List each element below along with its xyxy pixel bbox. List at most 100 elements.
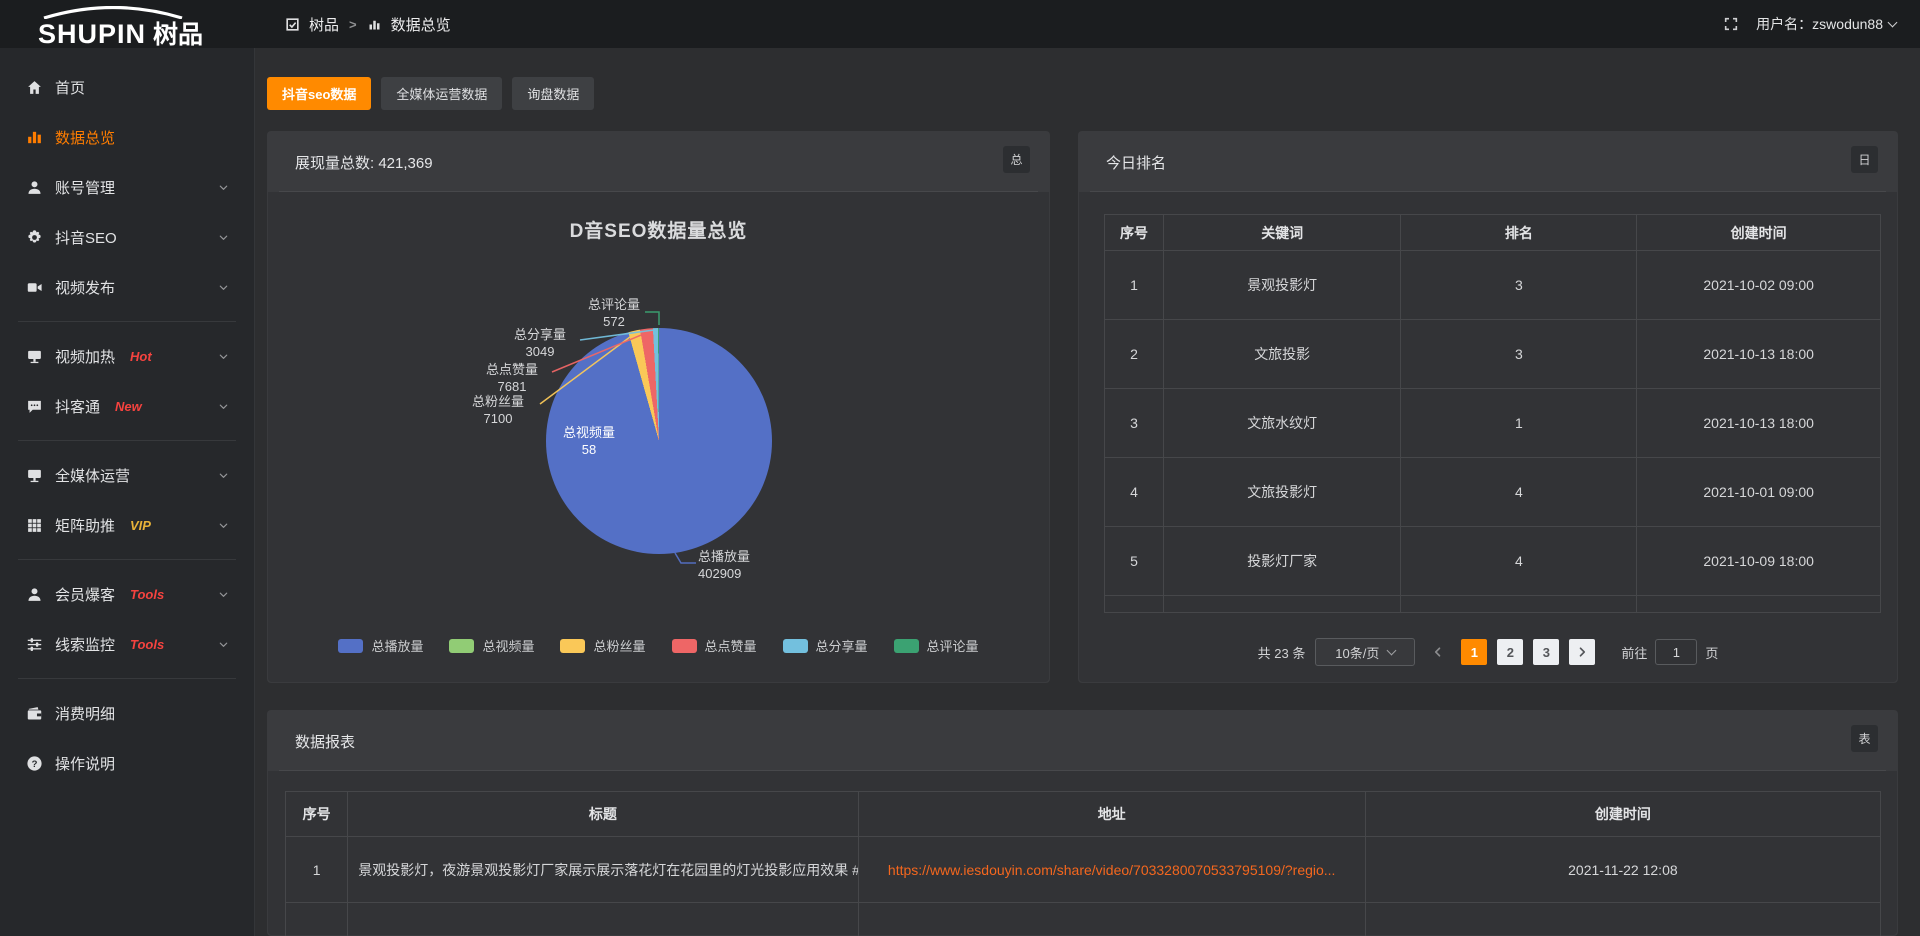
user-icon [26,179,43,196]
sidebar-item-badge: VIP [130,518,151,533]
header-right: 用户名：zswodun88 [1723,0,1896,48]
sidebar-item-home[interactable]: 首页 [0,62,254,112]
bar-chart-icon [367,17,382,32]
ranking-table: 序号关键词排名创建时间1景观投影灯32021-10-02 09:002文旅投影3… [1104,214,1881,613]
legend-item[interactable]: 总分享量 [783,636,868,655]
column-header: 标题 [348,792,858,837]
chevron-down-icon [218,470,229,481]
table-row: 1景观投影灯，夜游景观投影灯厂家展示展示落花灯在花园里的灯光投影应用效果 #ht… [286,837,1881,903]
ranking-corner-badge[interactable]: 日 [1851,146,1878,173]
report-link[interactable]: https://www.iesdouyin.com/share/video/70… [858,837,1365,903]
sidebar-item-douyin-seo[interactable]: 抖音SEO [0,212,254,262]
table-cell: 1 [1401,389,1637,458]
question-icon: ? [26,755,43,772]
table-row-clipped [1105,596,1881,613]
legend-label: 总播放量 [371,636,423,655]
data-type-tabs: 抖音seo数据全媒体运营数据询盘数据 [267,77,594,110]
pie-label-6: 总评论量572 [559,296,669,330]
grid-icon [26,517,43,534]
sidebar-item-video-heat[interactable]: 视频加热Hot [0,331,254,381]
table-cell: 1 [1105,251,1164,320]
sidebar-divider [18,559,236,560]
chevron-down-icon [218,351,229,362]
table-row-clipped [286,903,1881,936]
page-button-2[interactable]: 2 [1497,639,1523,665]
report-corner-badge[interactable]: 表 [1851,725,1878,752]
pie-label-value: 7100 [443,410,553,427]
sidebar-item-douketong[interactable]: 抖客通 New [0,381,254,431]
chevron-down-icon [1888,17,1898,27]
sidebar-item-data-overview[interactable]: 数据总览 [0,112,254,162]
table-cell: 文旅投影 [1163,320,1400,389]
sidebar-item-matrix-boost[interactable]: 矩阵助推 VIP [0,500,254,550]
sidebar-item-label: 视频发布 [55,277,115,298]
overview-corner-badge[interactable]: 总 [1003,146,1030,173]
table-cell: 景观投影灯，夜游景观投影灯厂家展示展示落花灯在花园里的灯光投影应用效果 # [348,837,858,903]
ranking-body: 序号关键词排名创建时间1景观投影灯32021-10-02 09:002文旅投影3… [1079,192,1897,682]
ranking-title: 今日排名 [1106,152,1166,173]
page-button-3[interactable]: 3 [1533,639,1559,665]
chart-title: D音SEO数据量总览 [268,216,1049,243]
table-cell [348,903,858,936]
sidebar-item-video-publish[interactable]: 视频发布 [0,262,254,312]
wallet-icon [26,705,43,722]
fullscreen-icon[interactable] [1723,16,1739,32]
next-page-button[interactable] [1569,639,1595,665]
page-button-1[interactable]: 1 [1461,639,1487,665]
sidebar-item-operation-guide[interactable]: ?操作说明 [0,738,254,788]
user-menu[interactable]: 用户名：zswodun88 [1756,14,1896,34]
table-cell: 2021-10-01 09:00 [1637,458,1881,527]
pie-label-name: 总点赞量 [457,361,567,378]
logo-arc [40,6,186,19]
breadcrumb-separator: > [349,17,357,32]
legend-swatch [783,639,808,653]
pie-label-name: 总评论量 [559,296,669,313]
column-header: 序号 [1105,215,1164,251]
goto-page-input[interactable]: 1 [1655,639,1697,665]
pagination-total: 共 23 条 [1258,643,1306,662]
goto-unit: 页 [1705,643,1718,662]
sidebar-item-media-operation[interactable]: 全媒体运营 [0,450,254,500]
column-header: 创建时间 [1365,792,1880,837]
table-row: 4文旅投影灯42021-10-01 09:00 [1105,458,1881,527]
pie-label-value: 3049 [485,343,595,360]
chevron-down-icon [218,401,229,412]
pie-label-value: 402909 [698,565,808,582]
table-cell: 1 [286,837,348,903]
chevron-down-icon [218,282,229,293]
pagination: 共 23 条 10条/页 123 前往 1 页 [1079,638,1897,666]
chevron-down-icon [1387,645,1397,655]
sidebar-item-consume-detail[interactable]: 消费明细 [0,688,254,738]
breadcrumb-root[interactable]: 树品 [309,14,339,35]
sidebar-item-label: 抖客通 [55,396,100,417]
sidebar-item-badge: New [115,399,142,414]
prev-page-button[interactable] [1425,639,1451,665]
sidebar-item-label: 矩阵助推 [55,515,115,536]
page-size-select[interactable]: 10条/页 [1315,638,1415,666]
tab-inquiry-data[interactable]: 询盘数据 [512,77,594,110]
table-cell [286,903,348,936]
ranking-panel: 今日排名 日 序号关键词排名创建时间1景观投影灯32021-10-02 09:0… [1078,131,1898,683]
table-row: 2文旅投影32021-10-13 18:00 [1105,320,1881,389]
tab-douyin-seo-data[interactable]: 抖音seo数据 [267,77,371,110]
sidebar-item-lead-monitor[interactable]: 线索监控Tools [0,619,254,669]
legend-item[interactable]: 总播放量 [338,636,423,655]
home-icon [26,79,43,96]
table-cell: 投影灯厂家 [1163,527,1400,596]
column-header: 序号 [286,792,348,837]
pie-label-1: 总播放量402909 [698,548,808,582]
app-logo: SHUPIN 树品 [38,4,203,48]
legend-item[interactable]: 总点赞量 [672,636,757,655]
username-label: 用户名：zswodun88 [1756,14,1883,34]
sidebar-item-member-baoke[interactable]: 会员爆客Tools [0,569,254,619]
legend-item[interactable]: 总视频量 [449,636,534,655]
legend-item[interactable]: 总粉丝量 [560,636,645,655]
table-cell [1637,596,1881,613]
legend-item[interactable]: 总评论量 [894,636,979,655]
legend-swatch [672,639,697,653]
tab-media-operation-data[interactable]: 全媒体运营数据 [381,77,502,110]
sidebar-item-account-manage[interactable]: 账号管理 [0,162,254,212]
table-header-row: 序号标题地址创建时间 [286,792,1881,837]
sidebar-item-label: 线索监控 [55,634,115,655]
column-header: 关键词 [1163,215,1400,251]
